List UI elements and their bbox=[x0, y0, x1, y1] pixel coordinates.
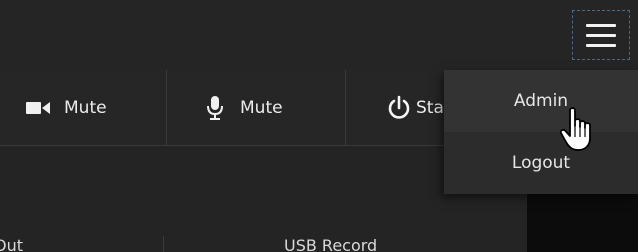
dropdown-menu: Admin Logout bbox=[444, 70, 638, 194]
microphone-icon bbox=[207, 96, 223, 120]
control-divider bbox=[345, 70, 346, 146]
video-mute-label: Mute bbox=[64, 98, 107, 118]
hamburger-menu-button[interactable] bbox=[572, 10, 630, 60]
power-icon bbox=[388, 95, 410, 119]
video-camera-icon bbox=[26, 102, 50, 114]
control-divider bbox=[166, 70, 167, 146]
standby-label: Sta bbox=[416, 98, 444, 118]
menu-item-logout-label: Logout bbox=[511, 153, 571, 173]
top-bar bbox=[0, 0, 638, 70]
video-mute-button[interactable]: Mute bbox=[26, 70, 107, 146]
standby-button[interactable]: Sta bbox=[386, 70, 444, 146]
menu-item-admin[interactable]: Admin bbox=[444, 70, 638, 132]
menu-item-logout[interactable]: Logout bbox=[444, 132, 638, 194]
column-divider bbox=[163, 236, 164, 252]
audio-mute-label: Mute bbox=[240, 98, 283, 118]
hamburger-menu-icon-line bbox=[586, 23, 616, 27]
usb-record-label: USB Record bbox=[284, 236, 378, 252]
dark-panel bbox=[527, 194, 638, 252]
audio-mute-button[interactable]: Mute bbox=[206, 70, 283, 146]
output-label: Out bbox=[0, 236, 24, 252]
hamburger-menu-icon-line bbox=[586, 33, 616, 37]
hamburger-menu-icon-line bbox=[586, 43, 616, 47]
hand-pointer-cursor-icon bbox=[560, 107, 591, 151]
